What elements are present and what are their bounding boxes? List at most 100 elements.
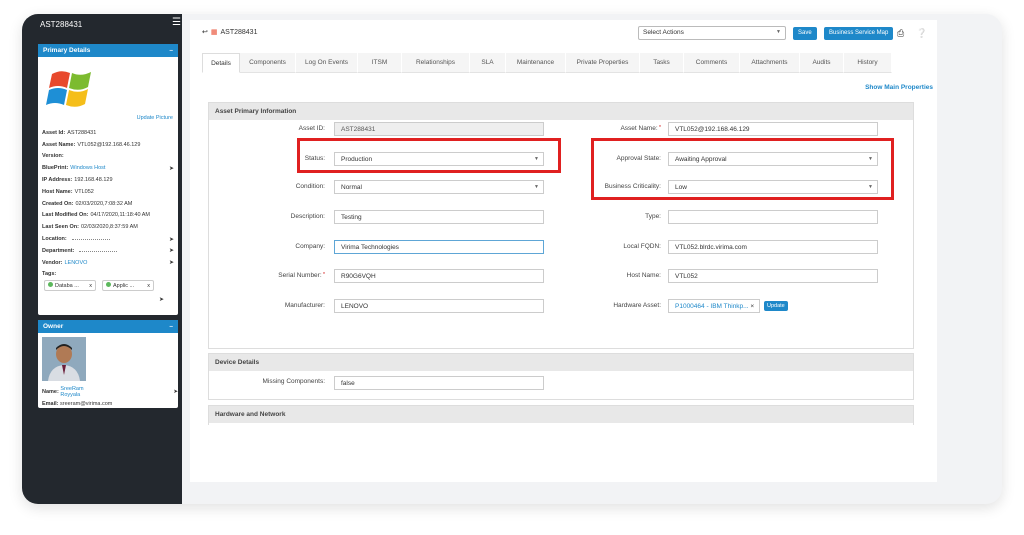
right-field-label: Type: xyxy=(645,213,661,220)
approval-criticality-highlight-box xyxy=(591,138,894,200)
hamburger-menu-icon[interactable]: ☰ xyxy=(172,18,181,28)
device-details-header[interactable]: Device Details xyxy=(209,354,913,371)
save-button[interactable]: Save xyxy=(793,27,817,40)
hardware-network-header[interactable]: Hardware and Network xyxy=(209,406,913,423)
pin-icon[interactable]: ➤ xyxy=(169,236,174,243)
select-actions-label: Select Actions xyxy=(643,29,684,36)
tab-bar: Details Components Log On Events ITSM Relati… xyxy=(202,53,892,73)
business-service-map-button[interactable]: Business Service Map xyxy=(824,27,894,40)
detail-value: AST288431 xyxy=(67,129,97,136)
detail-label: Last Seen On: xyxy=(42,224,79,231)
hardware-asset-link[interactable]: P1000464 - IBM Thinkp... xyxy=(675,303,749,310)
asset-id-field[interactable]: AST288431 xyxy=(334,122,544,136)
detail-row: Created On: 02/03/2020,7:08:32 AM xyxy=(42,198,174,210)
owner-name-label: Name: xyxy=(42,389,59,395)
tab-comments[interactable]: Comments xyxy=(684,53,740,73)
detail-value: VTL052 xyxy=(74,188,94,195)
tag-chip[interactable]: Databa ... x xyxy=(44,280,96,291)
tab-tasks[interactable]: Tasks xyxy=(640,53,684,73)
detail-row: Host Name: VTL052 xyxy=(42,186,174,198)
tab-log-on-events[interactable]: Log On Events xyxy=(296,53,358,73)
required-marker: * xyxy=(321,272,325,278)
owner-header[interactable]: Owner – xyxy=(38,320,178,333)
manufacturer-field[interactable]: LENOVO xyxy=(334,299,544,313)
detail-row: Asset Id: AST288431 xyxy=(42,127,174,139)
host-name-field[interactable]: VTL052 xyxy=(668,269,878,283)
pin-icon[interactable]: ➤ xyxy=(169,247,174,254)
tag-dot-icon xyxy=(48,282,53,287)
tab-attachments[interactable]: Attachments xyxy=(740,53,800,73)
detail-label: Last Modified On: xyxy=(42,212,89,219)
print-icon[interactable]: ⎙ xyxy=(897,28,904,39)
tab-private-properties[interactable]: Private Properties xyxy=(566,53,640,73)
select-actions-dropdown[interactable]: Select Actions ▼ xyxy=(638,26,786,40)
detail-value: 04/17/2020,11:18:40 AM xyxy=(90,212,150,219)
pin-icon[interactable]: ➤ xyxy=(169,259,174,266)
pin-icon[interactable]: ➤ xyxy=(159,296,164,303)
tab-details[interactable]: Details xyxy=(202,53,240,73)
detail-value: 02/03/2020,7:08:32 AM xyxy=(75,200,133,207)
collapse-icon[interactable]: – xyxy=(169,47,173,54)
detail-link[interactable]: LENOVO xyxy=(64,260,87,266)
required-marker: * xyxy=(657,125,661,131)
company-field[interactable]: Virima Technologies xyxy=(334,240,544,254)
sidebar: AST288431 ☰ Primary Details – Update Pic… xyxy=(22,14,182,504)
primary-details-header[interactable]: Primary Details – xyxy=(38,44,178,57)
tab-relationships[interactable]: Relationships xyxy=(402,53,470,73)
asset-primary-header[interactable]: Asset Primary Information xyxy=(209,103,913,120)
close-icon[interactable]: × xyxy=(749,303,754,310)
detail-row: BluePrint: Windows Host ➤ xyxy=(42,162,174,174)
tab-audits[interactable]: Audits xyxy=(800,53,844,73)
page-title: ↩ ▦ AST288431 xyxy=(202,28,257,37)
left-field-label: Description: xyxy=(290,213,325,220)
detail-row: Asset Name: VTL052@192.168.46.129 xyxy=(42,139,174,151)
tab-sla[interactable]: SLA xyxy=(470,53,506,73)
help-icon[interactable]: ❔ xyxy=(916,28,927,39)
detail-label: Vendor: xyxy=(42,259,63,266)
tag-chip[interactable]: Applic ... x xyxy=(102,280,154,291)
app-frame: AST288431 ☰ Primary Details – Update Pic… xyxy=(22,14,1002,504)
pin-icon[interactable]: ➤ xyxy=(173,389,178,395)
right-field-label: Local FQDN: xyxy=(623,243,661,250)
tag-label: Applic ... xyxy=(113,283,135,289)
detail-label: Version: xyxy=(42,153,64,160)
back-arrow-icon[interactable]: ↩ xyxy=(202,28,208,36)
detail-link[interactable]: Windows Host xyxy=(70,165,105,171)
asset-name-field[interactable]: VTL052@192.168.46.129 xyxy=(668,122,878,136)
serial-number-field[interactable]: R90G6VQH xyxy=(334,269,544,283)
missing-components-field[interactable]: false xyxy=(334,376,544,390)
owner-email: sreeram@virima.com xyxy=(60,401,113,407)
owner-email-label: Email: xyxy=(42,401,59,407)
condition-value: Normal xyxy=(341,184,362,191)
update-hardware-asset-button[interactable]: Update xyxy=(764,301,788,311)
tab-maintenance[interactable]: Maintenance xyxy=(506,53,566,73)
right-field-label: Asset Name: * xyxy=(620,125,661,132)
condition-select[interactable]: Normal ▼ xyxy=(334,180,544,194)
close-icon[interactable]: x xyxy=(147,283,150,289)
hardware-asset-field[interactable]: P1000464 - IBM Thinkp... × xyxy=(668,299,760,313)
detail-label: Asset Id: xyxy=(42,129,66,136)
description-field[interactable]: Testing xyxy=(334,210,544,224)
tab-itsm[interactable]: ITSM xyxy=(358,53,402,73)
primary-details-list: Asset Id: AST288431 Asset Name: VTL052@192.… xyxy=(42,127,174,280)
left-field-label: Manufacturer: xyxy=(284,302,325,309)
detail-value: VTL052@192.168.46.129 xyxy=(77,141,141,148)
right-field-label: Hardware Asset: xyxy=(613,302,661,309)
detail-label: Department: xyxy=(42,247,75,254)
tags-list: Databa ... x Applic ... x xyxy=(44,280,154,291)
close-icon[interactable]: x xyxy=(89,283,92,289)
show-main-properties-link[interactable]: Show Main Properties xyxy=(865,84,933,91)
pin-icon[interactable]: ➤ xyxy=(169,165,174,172)
tab-components[interactable]: Components xyxy=(240,53,296,73)
detail-label: Location: xyxy=(42,236,67,243)
update-picture-link[interactable]: Update Picture xyxy=(137,115,173,121)
left-field-label: Serial Number: * xyxy=(278,272,325,279)
detail-label: IP Address: xyxy=(42,177,73,184)
detail-label: Host Name: xyxy=(42,188,73,195)
local-fqdn-field[interactable]: VTL052.blrdc.virima.com xyxy=(668,240,878,254)
owner-name-link[interactable]: SreeRam Royyala xyxy=(60,386,103,398)
tab-history[interactable]: History xyxy=(844,53,892,73)
type-field[interactable] xyxy=(668,210,878,224)
windows-logo-icon xyxy=(46,71,91,107)
collapse-icon[interactable]: – xyxy=(169,323,173,330)
